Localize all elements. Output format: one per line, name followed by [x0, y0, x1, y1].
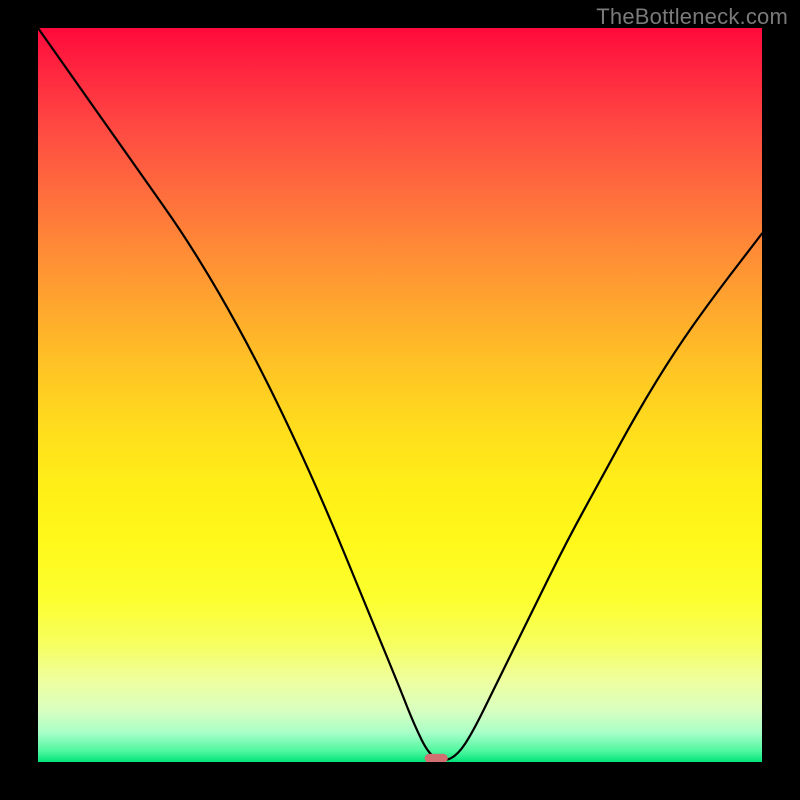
- optimal-point-marker: [425, 754, 448, 762]
- chart-svg: [38, 28, 762, 762]
- bottleneck-curve: [38, 28, 762, 760]
- chart-frame: TheBottleneck.com: [0, 0, 800, 800]
- watermark-text: TheBottleneck.com: [596, 4, 788, 30]
- plot-area: [38, 28, 762, 762]
